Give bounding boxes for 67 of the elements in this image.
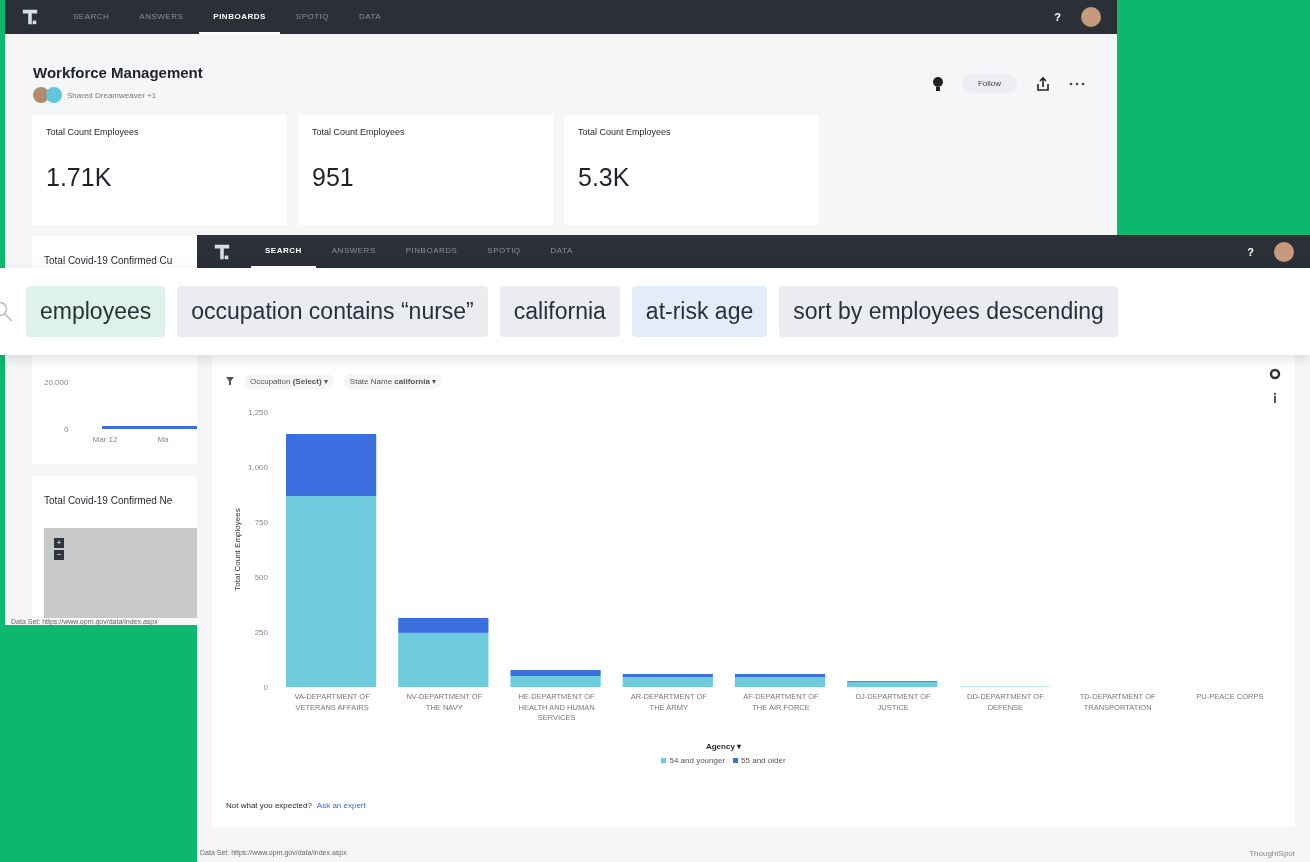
zoom-in-button[interactable]: + bbox=[54, 538, 64, 548]
settings-icon[interactable] bbox=[1269, 368, 1281, 380]
ask-expert-link[interactable]: Ask an expert bbox=[316, 800, 366, 810]
filter-chip[interactable]: Occupation (Select) ▾ bbox=[244, 373, 334, 389]
x-axis-title[interactable]: Agency ▾ bbox=[705, 741, 742, 751]
card-title: Total Covid-19 Confirmed Cu bbox=[44, 255, 173, 266]
shared-with-text: Shared Dreamweaver +1 bbox=[67, 90, 157, 100]
lightbulb-icon[interactable] bbox=[931, 75, 944, 92]
help-button[interactable]: ? bbox=[1054, 11, 1061, 23]
nav-tab[interactable]: ANSWERS bbox=[125, 0, 198, 34]
kpi-title: Total Count Employees bbox=[578, 127, 672, 137]
avatar bbox=[33, 87, 49, 103]
avatar bbox=[46, 87, 62, 103]
axis-label: 500 bbox=[254, 573, 268, 582]
bar-segment[interactable] bbox=[622, 674, 713, 678]
logo-icon[interactable] bbox=[213, 242, 231, 261]
bar-segment[interactable] bbox=[510, 670, 601, 676]
axis-label: 0 bbox=[64, 425, 69, 434]
avatar[interactable] bbox=[1081, 7, 1101, 27]
axis-label: 750 bbox=[254, 518, 268, 527]
help-button[interactable]: ? bbox=[1247, 245, 1254, 258]
search-token[interactable]: employees bbox=[26, 286, 166, 337]
avatar[interactable] bbox=[1274, 241, 1294, 262]
share-icon[interactable] bbox=[1035, 75, 1051, 92]
nav-tab[interactable]: SEARCH bbox=[59, 0, 124, 34]
nav-tab[interactable]: DATA bbox=[345, 0, 396, 34]
kpi-value: 951 bbox=[312, 163, 355, 192]
axis-label: 1,000 bbox=[247, 463, 268, 472]
legend-label[interactable]: 54 and younger bbox=[669, 755, 726, 765]
kpi-value: 5.3K bbox=[578, 163, 631, 192]
nav-tab[interactable]: ANSWERS bbox=[317, 235, 390, 268]
nav-tab[interactable]: PINBOARDS bbox=[199, 0, 280, 34]
filter-icon[interactable] bbox=[226, 377, 234, 385]
kpi-title: Total Count Employees bbox=[46, 127, 140, 137]
follow-button[interactable]: Follow bbox=[961, 74, 1017, 93]
axis-label: Ma bbox=[157, 435, 169, 444]
legend-label[interactable]: 55 and older bbox=[741, 755, 786, 765]
bar-segment[interactable] bbox=[847, 681, 938, 687]
axis-label: Mar 12 bbox=[92, 435, 118, 444]
card-title: Total Covid-19 Confirmed Ne bbox=[44, 495, 173, 506]
y-axis-title[interactable]: Total Count Employees bbox=[233, 508, 242, 591]
bar-segment[interactable] bbox=[398, 617, 489, 633]
feedback-text: Not what you expected? bbox=[226, 800, 312, 810]
bar-segment[interactable] bbox=[286, 434, 377, 497]
search-token[interactable]: at-risk age bbox=[631, 286, 768, 337]
search-token[interactable]: california bbox=[499, 286, 620, 337]
nav-tab[interactable]: PINBOARDS bbox=[391, 235, 472, 268]
search-token[interactable]: occupation contains “nurse” bbox=[177, 286, 488, 337]
bar-segment[interactable] bbox=[734, 677, 826, 687]
axis-label: 1,250 bbox=[247, 408, 268, 417]
bar-segment[interactable] bbox=[734, 674, 826, 678]
axis-label: 0 bbox=[263, 683, 268, 692]
zoom-out-button[interactable]: − bbox=[54, 550, 64, 560]
search-token[interactable]: sort by employees descending bbox=[779, 286, 1118, 337]
search-bar[interactable]: employees occupation contains “nurse” california at-risk age sort by employees descending bbox=[0, 268, 1310, 355]
nav-tab[interactable]: DATA bbox=[536, 235, 587, 268]
nav-tab[interactable]: SPOTIQ bbox=[281, 0, 344, 34]
kpi-title: Total Count Employees bbox=[312, 127, 406, 137]
axis-label: 20,000 bbox=[44, 378, 69, 387]
more-icon[interactable] bbox=[1069, 81, 1085, 86]
kpi-value: 1.71K bbox=[46, 163, 113, 192]
nav-tab[interactable]: SPOTIQ bbox=[473, 235, 535, 268]
pinboard-title: Workforce Management bbox=[33, 64, 203, 81]
logo-icon[interactable] bbox=[21, 8, 39, 26]
axis-label: 250 bbox=[254, 628, 268, 637]
filter-chip[interactable]: State Name california ▾ bbox=[343, 373, 443, 389]
brand-logo: ThoughtSpot bbox=[1249, 849, 1295, 858]
